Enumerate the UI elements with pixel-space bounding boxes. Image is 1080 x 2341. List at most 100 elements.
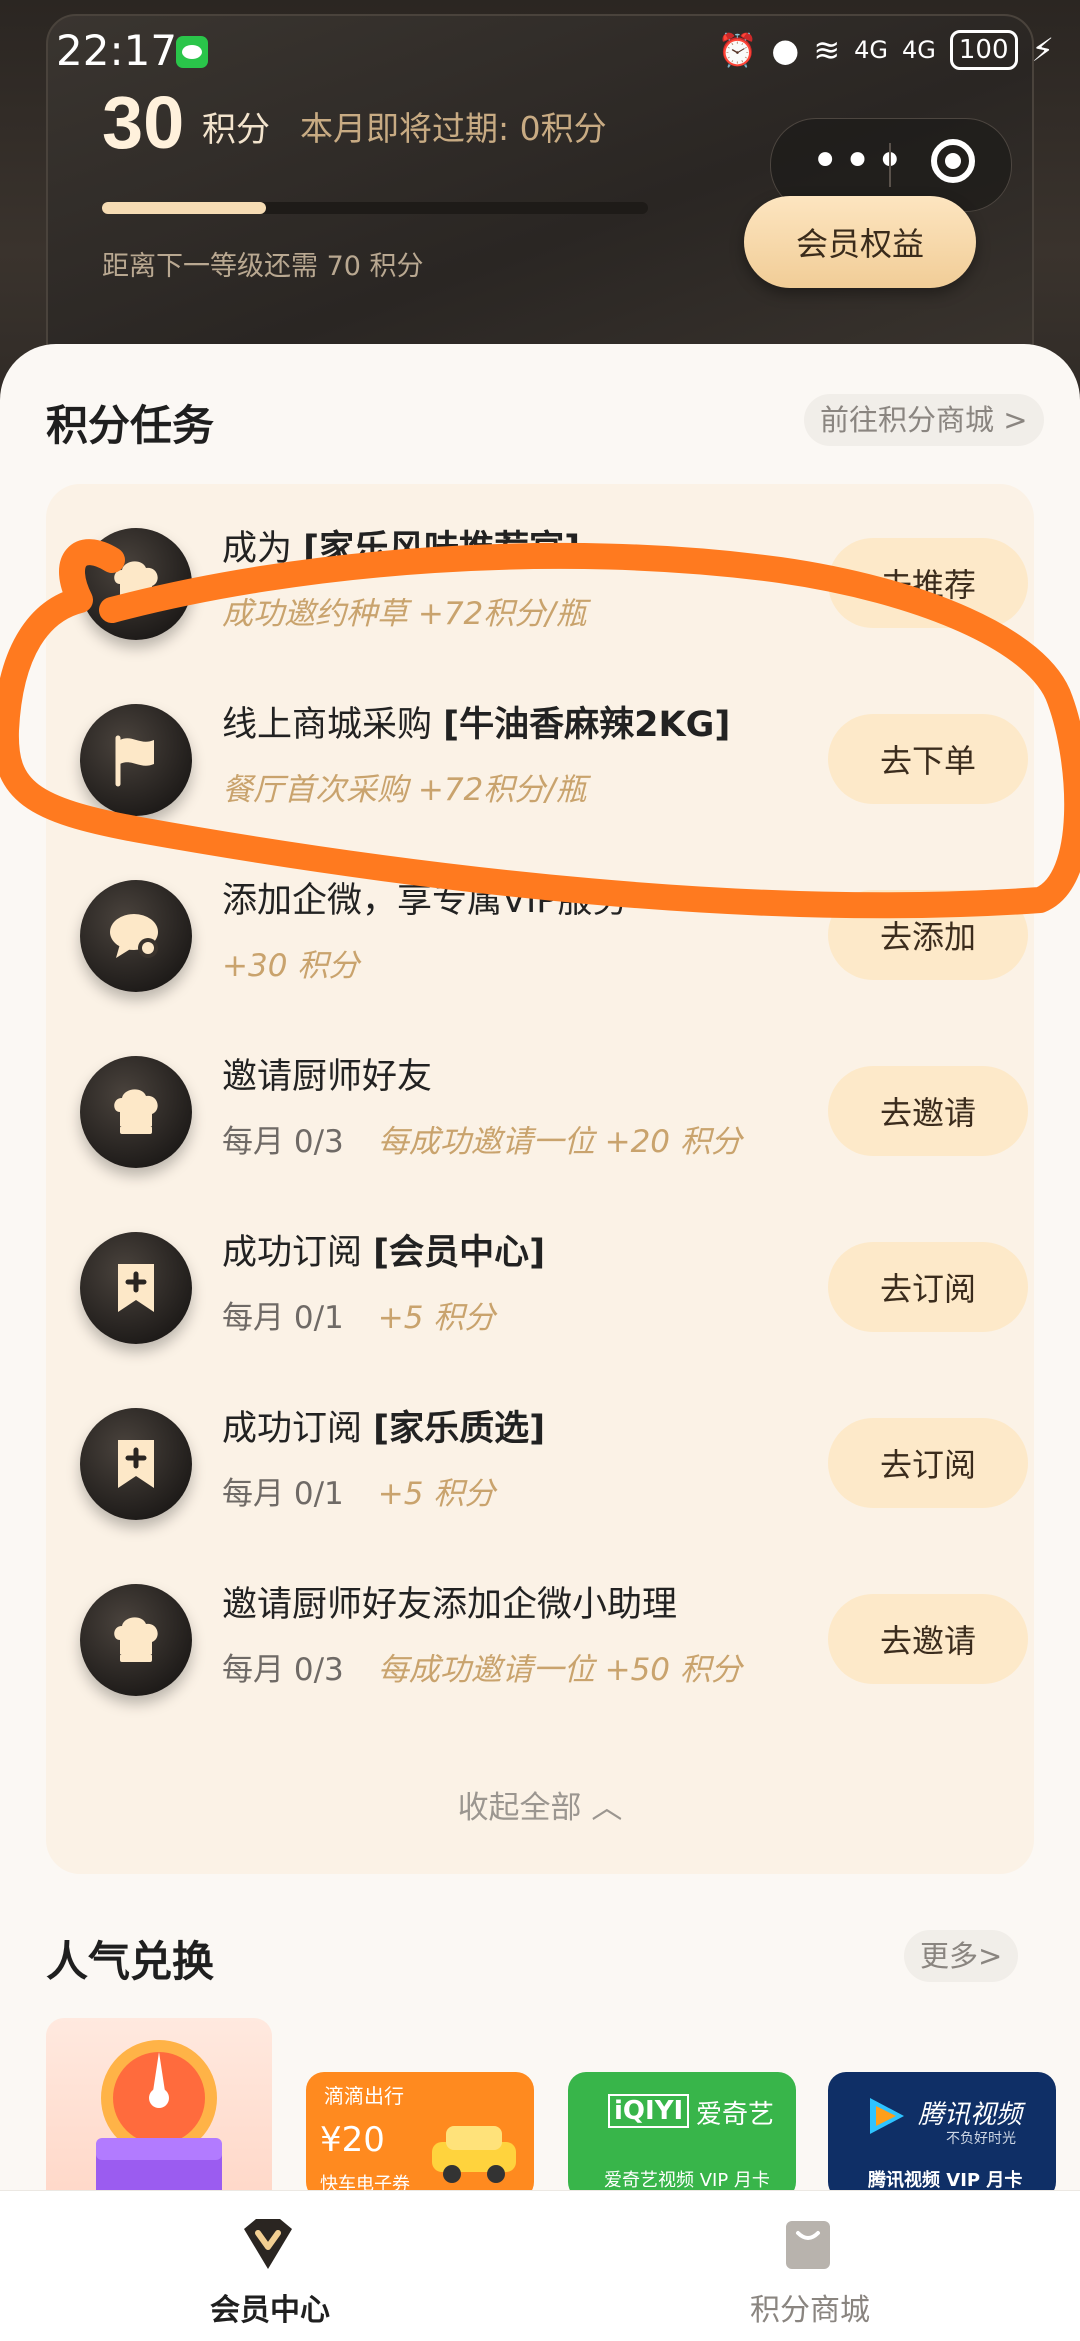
task-progress-count: 每月 0/3 (222, 1652, 344, 1688)
task-title: 成功订阅 [会员中心] (222, 1224, 545, 1275)
tencent-caption: 腾讯视频 VIP 月卡 (868, 2170, 1023, 2191)
points-mall-link[interactable]: 前往积分商城 > (804, 394, 1044, 446)
task-item: 成为 [家乐风味推荐官] 成功邀约种草 +72积分/瓶 去推荐 (46, 492, 1034, 668)
task-title-highlight: [家乐风味推荐官] (303, 529, 581, 569)
more-link[interactable]: 更多> (904, 1930, 1019, 1982)
iqiyi-brand: 爱奇艺 (696, 2100, 775, 2130)
task-title-highlight: [家乐质选] (373, 1409, 546, 1449)
tasks-section-title: 积分任务 (46, 401, 215, 450)
task-title-text: 成功订阅 (222, 1409, 374, 1449)
task-subtitle: 每月 0/1 +5 积分 (222, 1468, 495, 1513)
points-value: 30 (102, 81, 185, 164)
task-action-button[interactable]: 去推荐 (828, 538, 1028, 628)
nav-points-mall[interactable]: 积分商城 (540, 2191, 1080, 2341)
task-progress-count: 每月 0/1 (222, 1476, 344, 1512)
chef-hat-icon (80, 528, 192, 640)
signal-icon-2: 4G (902, 36, 936, 64)
task-reward: 每成功邀请一位 +20 积分 (377, 1124, 742, 1160)
member-benefits-button[interactable]: 会员权益 (744, 196, 976, 288)
level-progress-bar (102, 202, 648, 214)
tencent-slogan: 不负好时光 (946, 2131, 1016, 2147)
expire-text: 本月即将过期: 0积分 (300, 109, 607, 148)
popular-section-title: 人气兑换 (46, 1937, 215, 1986)
task-subtitle: 每月 0/1 +5 积分 (222, 1292, 495, 1337)
goods-card-tencent-video[interactable]: 腾讯视频 不负好时光 腾讯视频 VIP 月卡 (828, 2072, 1056, 2200)
points-unit: 积分 (202, 110, 270, 150)
task-reward: +30 积分 (222, 948, 360, 984)
task-subtitle: 每月 0/3 每成功邀请一位 +50 积分 (222, 1644, 742, 1689)
task-item: 线上商城采购 [牛油香麻辣2KG] 餐厅首次采购 +72积分/瓶 去下单 (46, 668, 1034, 844)
task-subtitle: 餐厅首次采购 +72积分/瓶 (222, 764, 587, 809)
level-progress-fill (102, 202, 266, 214)
task-progress-count: 每月 0/1 (222, 1300, 344, 1336)
task-reward: +5 积分 (377, 1300, 496, 1336)
task-title-text: 邀请厨师好友添加企微小助理 (222, 1585, 678, 1625)
tencent-brand: 腾讯视频 (918, 2100, 1023, 2130)
chat-icon (80, 880, 192, 992)
task-title: 成功订阅 [家乐质选] (222, 1400, 545, 1451)
member-diamond-icon (244, 2219, 292, 2269)
collapse-all-button[interactable]: 收起全部 ︿ (46, 1782, 1034, 1827)
task-action-button[interactable]: 去邀请 (828, 1594, 1028, 1684)
chef-hat-icon (80, 1056, 192, 1168)
alarm-icon: ⏰ (717, 31, 758, 69)
nav-member-center[interactable]: 会员中心 (0, 2191, 540, 2341)
level-hint: 距离下一等级还需 70 积分 (102, 251, 424, 282)
task-item: 邀请厨师好友每月 0/3 每成功邀请一位 +20 积分 去邀请 (46, 1020, 1034, 1196)
chef-hat-icon (80, 1584, 192, 1696)
charging-icon: ⚡ (1031, 31, 1054, 69)
car-icon (432, 2126, 516, 2183)
task-subtitle: 成功邀约种草 +72积分/瓶 (222, 588, 587, 633)
task-title-highlight: [牛油香麻辣2KG] (443, 705, 731, 745)
task-title-text: 成功订阅 (222, 1233, 374, 1273)
task-action-button[interactable]: 去添加 (828, 890, 1028, 980)
task-reward: +5 积分 (377, 1476, 496, 1512)
didi-amount: ¥20 (320, 2120, 385, 2160)
task-action-button[interactable]: 去下单 (828, 714, 1028, 804)
more-menu-icon[interactable]: ••• (811, 137, 908, 185)
task-reward: 成功邀约种草 +72积分/瓶 (222, 596, 587, 632)
iqiyi-logo: iQIYI (608, 2094, 690, 2128)
wifi-icon: ≋ (813, 31, 841, 69)
status-time: 22:17 (56, 26, 178, 75)
task-title: 邀请厨师好友添加企微小助理 (222, 1576, 677, 1627)
signal-icon: 4G (854, 36, 889, 64)
task-item: 添加企微，享专属VIP服务 +30 积分 去添加 (46, 844, 1034, 1020)
task-title-text: 添加企微，享专属VIP服务 (222, 881, 628, 921)
goods-card-didi[interactable]: 滴滴出行 ¥20 快车电子券 (306, 2072, 534, 2200)
lucky-draw-icon (96, 2040, 222, 2218)
task-title-text: 成为 (222, 529, 304, 569)
wechat-icon (176, 36, 208, 68)
task-progress-count: 每月 0/3 (222, 1124, 344, 1160)
didi-brand: 滴滴出行 (324, 2084, 404, 2108)
task-item: 成功订阅 [家乐质选] 每月 0/1 +5 积分 去订阅 (46, 1372, 1034, 1548)
bookmark-plus-icon (80, 1232, 192, 1344)
location-icon: ● (771, 31, 800, 69)
close-miniprogram-icon[interactable] (931, 139, 975, 183)
shopping-bag-icon (786, 2221, 830, 2269)
task-action-button[interactable]: 去订阅 (828, 1418, 1028, 1508)
task-action-button[interactable]: 去订阅 (828, 1242, 1028, 1332)
task-item: 成功订阅 [会员中心] 每月 0/1 +5 积分 去订阅 (46, 1196, 1034, 1372)
nav-points-mall-label: 积分商城 (750, 2293, 870, 2328)
goods-card-iqiyi[interactable]: iQIYI 爱奇艺 爱奇艺视频 VIP 月卡 (568, 2072, 796, 2200)
task-title-text: 线上商城采购 (222, 705, 444, 745)
task-action-button[interactable]: 去邀请 (828, 1066, 1028, 1156)
bottom-nav: 会员中心 积分商城 (0, 2190, 1080, 2341)
task-subtitle: 每月 0/3 每成功邀请一位 +20 积分 (222, 1116, 742, 1161)
task-title: 成为 [家乐风味推荐官] (222, 520, 580, 571)
capsule-divider (889, 143, 891, 187)
task-item: 邀请厨师好友添加企微小助理每月 0/3 每成功邀请一位 +50 积分 去邀请 (46, 1548, 1034, 1724)
nav-member-center-label: 会员中心 (210, 2293, 330, 2328)
iqiyi-caption: 爱奇艺视频 VIP 月卡 (604, 2170, 770, 2191)
task-title-text: 邀请厨师好友 (222, 1057, 433, 1097)
task-title-highlight: [会员中心] (373, 1233, 546, 1273)
task-reward: 每成功邀请一位 +50 积分 (377, 1652, 742, 1688)
goods-card-lucky-draw[interactable] (46, 2018, 272, 2218)
bookmark-plus-icon (80, 1408, 192, 1520)
task-subtitle: +30 积分 (222, 940, 359, 985)
flag-icon (80, 704, 192, 816)
tencent-video-logo-icon (870, 2098, 904, 2134)
task-reward: 餐厅首次采购 +72积分/瓶 (222, 772, 587, 808)
battery-indicator: 100 (949, 30, 1018, 70)
